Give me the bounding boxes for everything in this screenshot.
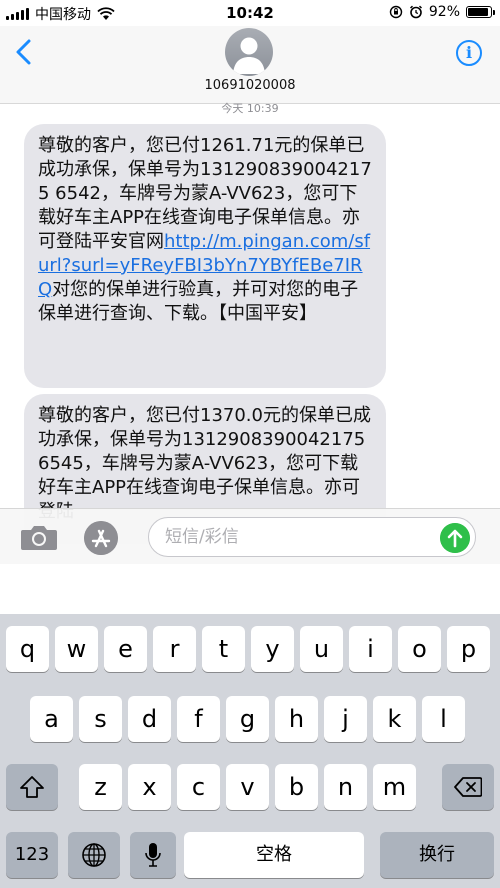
key-o[interactable]: o — [398, 626, 441, 672]
info-icon[interactable]: i — [456, 40, 482, 66]
battery-fill — [468, 8, 489, 16]
key-c[interactable]: c — [177, 764, 220, 810]
globe-key[interactable] — [68, 832, 120, 878]
key-j[interactable]: j — [324, 696, 367, 742]
app-store-icon[interactable] — [84, 521, 118, 555]
message-timestamp: 今天 10:39 — [221, 102, 279, 115]
key-f[interactable]: f — [177, 696, 220, 742]
microphone-key[interactable] — [130, 832, 176, 878]
key-v[interactable]: v — [226, 764, 269, 810]
key-p[interactable]: p — [447, 626, 490, 672]
backspace-icon — [454, 777, 483, 797]
send-arrow-icon[interactable] — [440, 523, 470, 553]
delete-key[interactable] — [442, 764, 494, 810]
key-h[interactable]: h — [275, 696, 318, 742]
key-m[interactable]: m — [373, 764, 416, 810]
globe-icon — [82, 843, 106, 867]
key-w[interactable]: w — [55, 626, 98, 672]
key-b[interactable]: b — [275, 764, 318, 810]
message-bubble[interactable]: 尊敬的客户，您已付1261.71元的保单已成功承保，保单号为1312908390… — [24, 124, 386, 388]
shift-icon — [20, 776, 44, 798]
message-text: 尊敬的客户，您已付1370.0元的保单已成功承保，保单号为13129083900… — [38, 405, 371, 522]
key-k[interactable]: k — [373, 696, 416, 742]
contact-avatar[interactable] — [225, 28, 273, 76]
key-q[interactable]: q — [6, 626, 49, 672]
microphone-icon — [145, 843, 161, 867]
key-t[interactable]: t — [202, 626, 245, 672]
key-s[interactable]: s — [79, 696, 122, 742]
key-g[interactable]: g — [226, 696, 269, 742]
battery-percent: 92% — [428, 4, 460, 20]
key-z[interactable]: z — [79, 764, 122, 810]
status-bar: 中国移动 10:42 92% — [0, 0, 500, 26]
key-l[interactable]: l — [422, 696, 465, 742]
key-u[interactable]: u — [300, 626, 343, 672]
message-input[interactable]: 短信/彩信 — [148, 517, 476, 557]
orientation-lock-icon — [389, 5, 403, 19]
key-r[interactable]: r — [153, 626, 196, 672]
return-key[interactable]: 换行 — [380, 832, 494, 878]
person-icon — [233, 37, 265, 74]
key-n[interactable]: n — [324, 764, 367, 810]
message-text: 对您的保单进行验真，并可对您的电子保单进行查询、下载。【中国平安】 — [38, 279, 359, 324]
key-y[interactable]: y — [251, 626, 294, 672]
keyboard: q w e r t y u i o p a s d f g h j k l z … — [0, 614, 500, 888]
shift-key[interactable] — [6, 764, 58, 810]
back-chevron-icon[interactable] — [12, 38, 36, 66]
camera-icon[interactable] — [20, 523, 58, 551]
key-d[interactable]: d — [128, 696, 171, 742]
numbers-key[interactable]: 123 — [6, 832, 58, 878]
space-key[interactable]: 空格 — [184, 832, 364, 878]
conversation-header: 10691020008 i — [0, 26, 500, 104]
battery-icon — [466, 6, 495, 18]
key-e[interactable]: e — [104, 626, 147, 672]
key-i[interactable]: i — [349, 626, 392, 672]
key-x[interactable]: x — [128, 764, 171, 810]
compose-bar: 短信/彩信 — [0, 508, 500, 564]
alarm-icon — [409, 5, 422, 19]
contact-number[interactable]: 10691020008 — [0, 78, 500, 93]
status-right: 92% — [389, 4, 495, 20]
key-a[interactable]: a — [30, 696, 73, 742]
